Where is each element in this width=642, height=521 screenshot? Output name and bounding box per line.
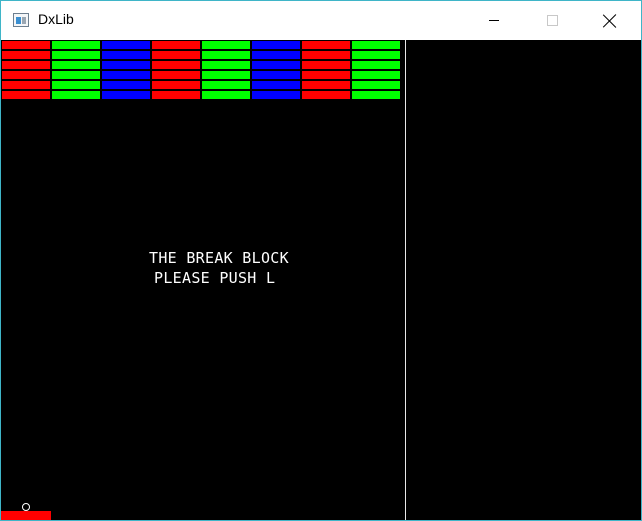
block xyxy=(202,61,250,69)
window-title: DxLib xyxy=(38,11,74,27)
block xyxy=(2,81,50,89)
block xyxy=(302,81,350,89)
block xyxy=(102,61,150,69)
block xyxy=(202,41,250,49)
side-panel xyxy=(406,40,641,520)
title-bar[interactable]: DxLib xyxy=(1,1,641,40)
paddle xyxy=(1,511,51,520)
block xyxy=(152,41,200,49)
block xyxy=(52,81,100,89)
block xyxy=(102,41,150,49)
block xyxy=(352,71,400,79)
instruction-message: PLEASE PUSH L xyxy=(154,269,276,287)
maximize-button[interactable] xyxy=(529,1,575,40)
block xyxy=(52,41,100,49)
block xyxy=(252,81,300,89)
block xyxy=(2,61,50,69)
block xyxy=(302,41,350,49)
block xyxy=(352,91,400,99)
block xyxy=(102,81,150,89)
block xyxy=(2,91,50,99)
block xyxy=(2,51,50,59)
block xyxy=(202,81,250,89)
block xyxy=(152,91,200,99)
block xyxy=(152,81,200,89)
block xyxy=(202,71,250,79)
block xyxy=(2,41,50,49)
block xyxy=(302,71,350,79)
app-window: DxLib THE BREAK BLOCK PLEASE PUSH L xyxy=(0,0,642,521)
block xyxy=(302,91,350,99)
app-icon xyxy=(13,13,29,27)
block xyxy=(252,91,300,99)
block xyxy=(252,61,300,69)
ball xyxy=(22,503,30,511)
block xyxy=(152,61,200,69)
block xyxy=(302,61,350,69)
block xyxy=(2,71,50,79)
block xyxy=(202,91,250,99)
maximize-icon xyxy=(546,15,558,26)
minimize-icon xyxy=(489,20,499,21)
block xyxy=(252,51,300,59)
close-icon xyxy=(603,14,617,28)
block xyxy=(252,41,300,49)
block xyxy=(102,51,150,59)
block xyxy=(52,51,100,59)
block xyxy=(152,71,200,79)
block xyxy=(352,81,400,89)
minimize-button[interactable] xyxy=(471,1,517,40)
block xyxy=(102,91,150,99)
block xyxy=(52,61,100,69)
block xyxy=(52,71,100,79)
close-button[interactable] xyxy=(587,1,633,40)
block xyxy=(352,61,400,69)
block xyxy=(102,71,150,79)
block xyxy=(352,41,400,49)
block xyxy=(152,51,200,59)
title-message: THE BREAK BLOCK xyxy=(149,249,289,267)
block xyxy=(252,71,300,79)
block xyxy=(302,51,350,59)
block xyxy=(352,51,400,59)
block xyxy=(52,91,100,99)
block xyxy=(202,51,250,59)
game-playfield[interactable]: THE BREAK BLOCK PLEASE PUSH L xyxy=(1,40,405,520)
